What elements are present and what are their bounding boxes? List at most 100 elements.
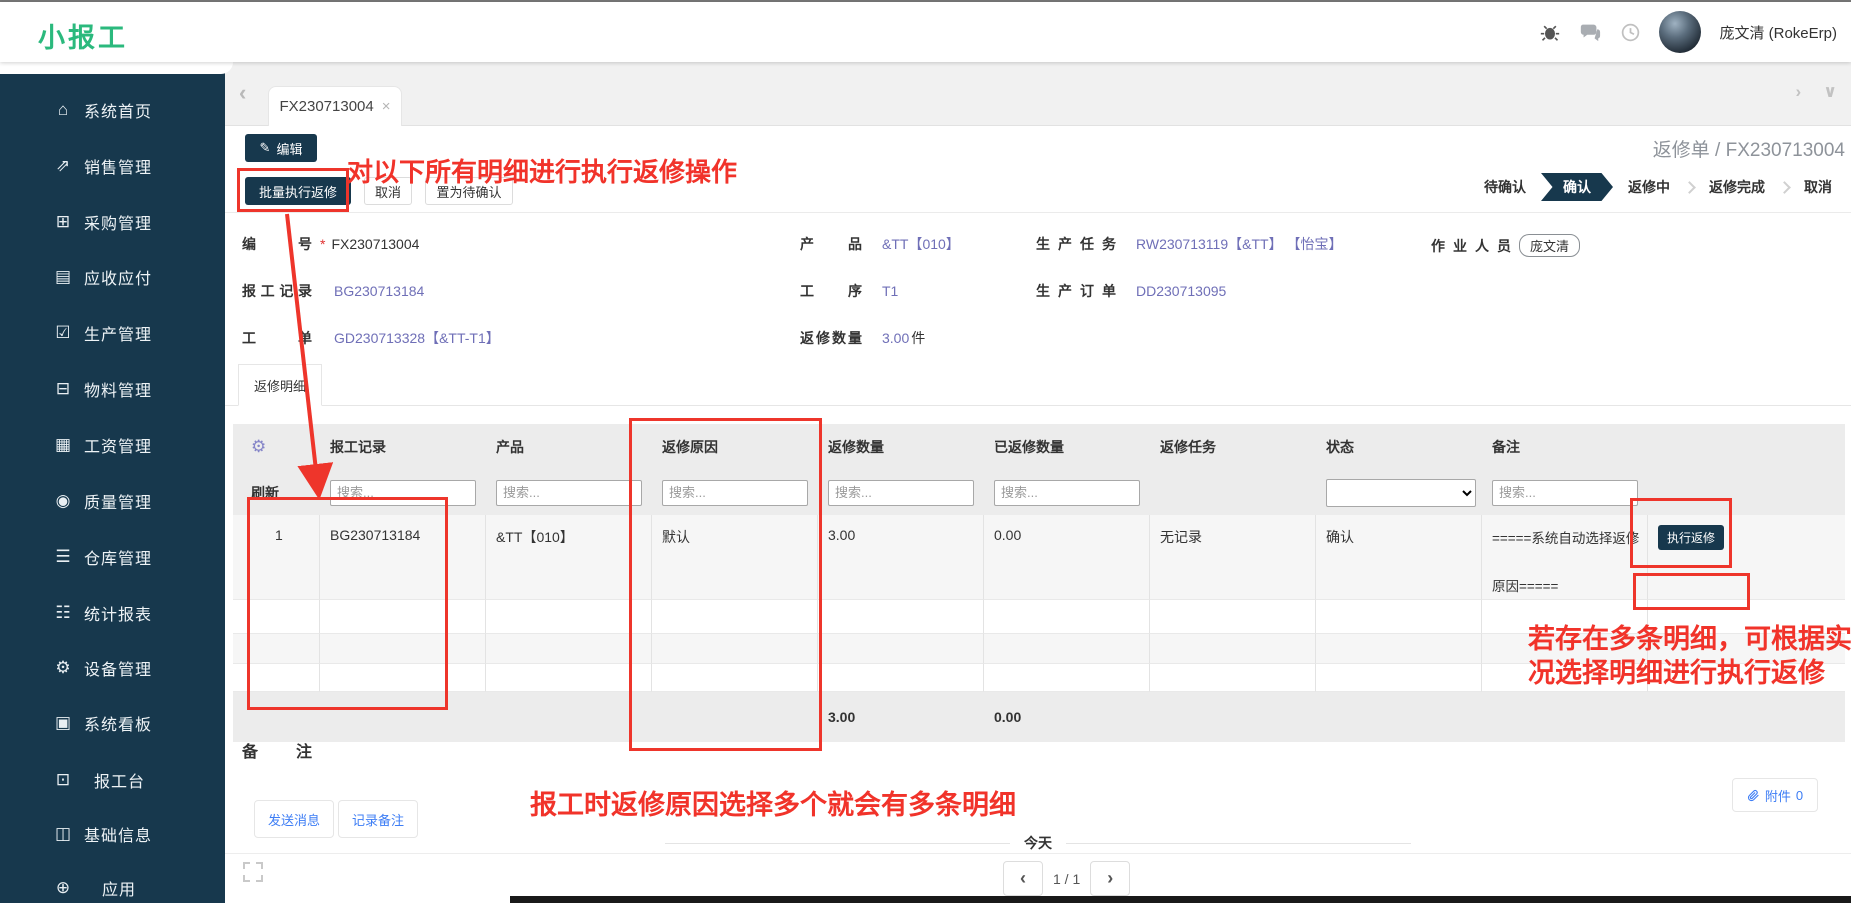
col-header-status: 状态 — [1326, 439, 1354, 455]
col-header-repair-qty: 返修数量 — [828, 439, 884, 455]
filter-remark-input[interactable] — [1492, 479, 1638, 506]
filter-repair-qty-input[interactable] — [828, 479, 974, 506]
cell-work-record: BG230713184 — [320, 515, 486, 600]
prev-page-button[interactable]: ‹ — [1003, 861, 1043, 896]
remark-section-label: 备注 — [242, 744, 312, 761]
page-indicator: 1 / 1 — [1053, 870, 1081, 887]
tab-repair-detail[interactable]: 返修明细 — [238, 364, 322, 406]
sidebar-item-quality[interactable]: ◉ 质量管理 — [0, 481, 225, 521]
sales-chart-icon: ⇗ — [55, 156, 71, 175]
sidebar-item-dashboard[interactable]: ▣ 系统看板 — [0, 703, 225, 743]
table-totals-row: 3.00 0.00 — [233, 692, 1845, 742]
terminal-icon: ⊡ — [55, 770, 71, 789]
cell-repair-reason: 默认 — [652, 515, 818, 600]
attachment-count: 0 — [1795, 787, 1804, 803]
col-header-work-record: 报工记录 — [330, 439, 386, 455]
col-header-repair-reason: 返修原因 — [662, 439, 718, 455]
field-repair-qty: 返修数量 3.00 件 — [800, 330, 926, 346]
table-empty-row — [233, 600, 1845, 634]
field-worker: 作业人员 庞文清 — [1431, 234, 1581, 257]
col-header-repair-task: 返修任务 — [1160, 439, 1216, 455]
column-settings-gear-icon[interactable]: ⚙ — [251, 437, 266, 457]
user-avatar[interactable] — [1659, 11, 1702, 53]
process-link[interactable]: T1 — [882, 283, 898, 299]
bottom-black-bar — [510, 896, 1851, 903]
bar-chart-icon: ☷ — [55, 603, 71, 622]
sidebar-item-materials[interactable]: ⊟ 物料管理 — [0, 369, 225, 409]
work-order-link[interactable]: GD230713328【&TT-T1】 — [334, 328, 500, 348]
fullscreen-corners-icon[interactable] — [243, 862, 263, 882]
filter-repair-reason-input[interactable] — [662, 479, 808, 506]
field-work-order: 工单 GD230713328【&TT-T1】 — [242, 328, 500, 348]
sidebar-item-home[interactable]: ⌂ 系统首页 — [0, 90, 225, 130]
edit-button[interactable]: ✎ 编辑 — [245, 134, 317, 162]
refresh-button[interactable]: 刷新 — [251, 483, 279, 503]
bug-icon[interactable] — [1539, 21, 1561, 43]
worker-tag: 庞文清 — [1519, 234, 1581, 257]
production-order-link[interactable]: DD230713095 — [1136, 283, 1226, 299]
panel-divider — [225, 853, 1851, 854]
kanban-icon: ▣ — [54, 713, 72, 732]
col-header-remark: 备注 — [1492, 439, 1520, 455]
history-clock-icon[interactable] — [1619, 21, 1641, 43]
product-link[interactable]: &TT【010】 — [882, 234, 960, 254]
calculator-icon: ▦ — [54, 435, 72, 454]
work-record-link[interactable]: BG230713184 — [334, 283, 424, 299]
main-content: ✎ 编辑 返修单 / FX230713004 批量执行返修 取消 置为待确认 待… — [225, 126, 1851, 903]
cell-index: 1 — [233, 515, 320, 600]
status-step-repair-done: 返修完成 — [1709, 179, 1765, 195]
filter-product-input[interactable] — [496, 479, 642, 506]
sidebar-item-sales[interactable]: ⇗ 销售管理 — [0, 146, 225, 186]
sidebar-item-work-terminal[interactable]: ⊡ 报工台 — [0, 760, 225, 800]
tab-scroll-right-icon[interactable]: › — [1796, 82, 1802, 102]
cancel-button[interactable]: 取消 — [364, 177, 412, 205]
filter-repaired-qty-input[interactable] — [994, 479, 1140, 506]
sidebar-item-equipment[interactable]: ⚙ 设备管理 — [0, 648, 225, 688]
today-label: 今天 — [1024, 835, 1052, 851]
tab-list-expand-icon[interactable]: ∨ — [1823, 82, 1837, 102]
tab-fx230713004[interactable]: FX230713004 × — [268, 86, 402, 126]
tab-close-icon[interactable]: × — [382, 98, 391, 115]
execute-repair-button[interactable]: 执行返修 — [1658, 525, 1725, 550]
table-row[interactable]: 1 BG230713184 &TT【010】 默认 3.00 0.00 无记录 … — [233, 515, 1845, 600]
messages-icon[interactable] — [1579, 21, 1601, 43]
sidebar-item-purchasing[interactable]: ⊞ 采购管理 — [0, 202, 225, 242]
field-doc-no: 编号 * FX230713004 — [242, 236, 420, 252]
detail-tab-divider — [225, 405, 1851, 406]
cart-icon: ⊟ — [55, 379, 71, 398]
total-repair-qty: 3.00 — [828, 709, 856, 725]
tab-scroll-left-icon[interactable]: ‹ — [239, 80, 246, 106]
next-page-button[interactable]: › — [1090, 861, 1131, 896]
cell-product: &TT【010】 — [486, 515, 652, 600]
cell-repaired-qty: 0.00 — [984, 515, 1150, 600]
book-icon: ◫ — [54, 824, 72, 843]
table-filter-row: 刷新 — [233, 470, 1845, 515]
filter-status-select[interactable] — [1326, 478, 1476, 507]
field-production-task: 生产任务 RW230713119【&TT】 【怡宝】 — [1036, 234, 1343, 254]
field-process: 工序 T1 — [800, 283, 899, 299]
sidebar-item-warehouse[interactable]: ☰ 仓库管理 — [0, 537, 225, 577]
app-header: 小报工 庞文清 (RokeErp) — [0, 2, 1851, 62]
sidebar-item-apps[interactable]: ⊕ 应用 — [0, 868, 225, 903]
sidebar-item-reports[interactable]: ☷ 统计报表 — [0, 593, 225, 633]
batch-execute-repair-button[interactable]: 批量执行返修 — [245, 177, 351, 205]
sidebar-item-receivables-payables[interactable]: ▤ 应收应付 — [0, 257, 225, 297]
production-task-link[interactable]: RW230713119【&TT】 【怡宝】 — [1136, 234, 1342, 254]
app-screen: 小报工 庞文清 (RokeErp) ⌂ 系统首页 ⇗ 销售管理 ⊞ 采购管理 ▤ 应收应… — [0, 0, 1851, 903]
status-step-confirmed-active: 确认 — [1541, 173, 1613, 201]
machine-icon: ⚙ — [55, 658, 71, 677]
repair-qty-value: 3.00 — [882, 330, 910, 346]
status-step-cancelled: 取消 — [1804, 179, 1832, 195]
user-name[interactable]: 庞文清 (RokeErp) — [1719, 22, 1837, 43]
attachment-button[interactable]: 附件 0 — [1732, 778, 1818, 812]
sidebar-item-basic-info[interactable]: ◫ 基础信息 — [0, 814, 225, 854]
sidebar-item-payroll[interactable]: ▦ 工资管理 — [0, 425, 225, 465]
app-logo: 小报工 — [38, 23, 128, 53]
sidebar-item-production[interactable]: ☑ 生产管理 — [0, 313, 225, 353]
header-corner-curve — [0, 62, 233, 74]
required-asterisk: * — [320, 236, 326, 252]
filter-work-record-input[interactable] — [330, 479, 476, 506]
set-pending-confirm-button[interactable]: 置为待确认 — [425, 177, 513, 205]
cell-repair-task: 无记录 — [1150, 515, 1316, 600]
quality-icon: ◉ — [55, 491, 71, 510]
